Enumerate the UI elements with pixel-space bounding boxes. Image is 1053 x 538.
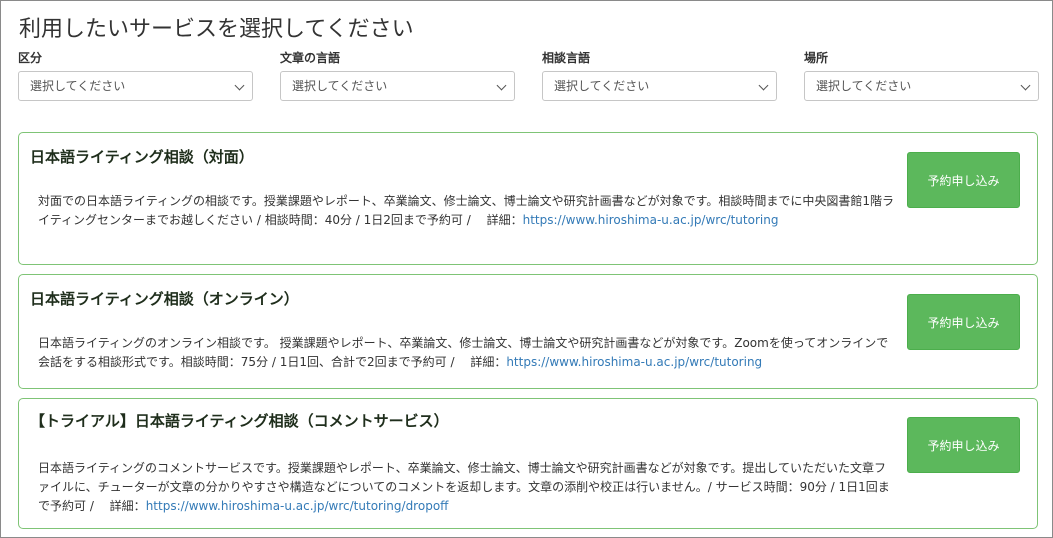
book-button[interactable]: 予約申し込み	[907, 152, 1020, 208]
location-select-value: 選択してください	[816, 79, 912, 93]
service-title: 日本語ライティング相談（オンライン）	[30, 290, 299, 308]
filter-consult-language-label: 相談言語	[542, 51, 591, 65]
filter-bar: 区分 選択してください 文章の言語 選択してください 相談言語 選択してください…	[18, 49, 1039, 105]
filter-document-language-label: 文章の言語	[280, 51, 341, 65]
category-select[interactable]: 選択してください	[18, 71, 253, 101]
filter-category-label: 区分	[18, 51, 43, 65]
filter-location-label: 場所	[804, 51, 829, 65]
chevron-down-icon	[234, 80, 245, 91]
consult-language-select[interactable]: 選択してください	[542, 71, 777, 101]
service-description: 対面での日本語ライティングの相談です。授業課題やレポート、卒業論文、修士論文、博…	[38, 192, 896, 230]
filter-document-language: 文章の言語 選択してください	[280, 49, 515, 101]
book-button[interactable]: 予約申し込み	[907, 294, 1020, 350]
filter-location: 場所 選択してください	[804, 49, 1039, 101]
chevron-down-icon	[758, 80, 769, 91]
service-card-online: 日本語ライティング相談（オンライン） 日本語ライティングのオンライン相談です。 …	[18, 274, 1038, 389]
service-detail-link[interactable]: https://www.hiroshima-u.ac.jp/wrc/tutori…	[146, 499, 449, 513]
service-description: 日本語ライティングのコメントサービスです。授業課題やレポート、卒業論文、修士論文…	[38, 459, 896, 516]
service-description: 日本語ライティングのオンライン相談です。 授業課題やレポート、卒業論文、修士論文…	[38, 334, 896, 372]
filter-consult-language: 相談言語 選択してください	[542, 49, 777, 101]
service-detail-link[interactable]: https://www.hiroshima-u.ac.jp/wrc/tutori…	[506, 355, 762, 369]
filter-category: 区分 選択してください	[18, 49, 253, 101]
service-card-in-person: 日本語ライティング相談（対面） 対面での日本語ライティングの相談です。授業課題や…	[18, 132, 1038, 265]
book-button[interactable]: 予約申し込み	[907, 417, 1020, 473]
document-language-select-value: 選択してください	[292, 79, 388, 93]
chevron-down-icon	[496, 80, 507, 91]
document-language-select[interactable]: 選択してください	[280, 71, 515, 101]
category-select-value: 選択してください	[30, 79, 126, 93]
service-detail-link[interactable]: https://www.hiroshima-u.ac.jp/wrc/tutori…	[523, 213, 779, 227]
page-title: 利用したいサービスを選択してください	[19, 17, 414, 42]
service-title: 【トライアル】日本語ライティング相談（コメントサービス）	[30, 412, 449, 430]
page-frame: 利用したいサービスを選択してください 区分 選択してください 文章の言語 選択し…	[0, 0, 1053, 538]
location-select[interactable]: 選択してください	[804, 71, 1039, 101]
service-card-comment-service: 【トライアル】日本語ライティング相談（コメントサービス） 日本語ライティングのコ…	[18, 398, 1038, 529]
consult-language-select-value: 選択してください	[554, 79, 650, 93]
service-title: 日本語ライティング相談（対面）	[30, 148, 254, 166]
chevron-down-icon	[1020, 80, 1031, 91]
